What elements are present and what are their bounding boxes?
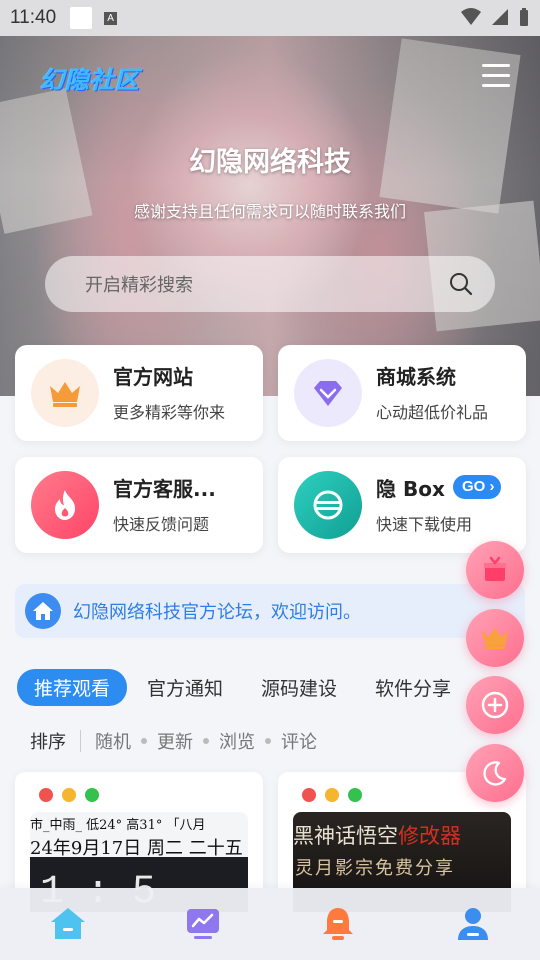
card-desc: 快速反馈问题: [113, 515, 210, 534]
sort-label: 排序: [30, 732, 66, 753]
go-badge[interactable]: GO ›: [453, 475, 501, 499]
hero-subtitle: 感谢支持且任何需求可以随时联系我们: [133, 202, 406, 221]
nav-home[interactable]: [38, 894, 98, 954]
wifi-icon: [461, 8, 481, 25]
moon-icon: [483, 761, 507, 786]
nav-profile[interactable]: [443, 894, 503, 954]
battery-icon: [520, 8, 528, 26]
hero-banner: 幻隐社区 幻隐网络科技 感谢支持且任何需求可以随时联系我们 开启精彩搜索: [0, 36, 540, 396]
dark-mode-button[interactable]: [466, 744, 524, 802]
gift-button[interactable]: [466, 541, 524, 599]
sort-bar: 排序 随机 更新 浏览 评论: [30, 728, 317, 754]
card-title: 隐 Box: [376, 477, 445, 501]
gift-icon: [484, 556, 506, 581]
sort-comments[interactable]: 评论: [281, 728, 317, 754]
status-bar: 11:40 A: [0, 0, 540, 36]
tab-source-code[interactable]: 源码建设: [261, 674, 337, 701]
diamond-icon: [294, 359, 362, 427]
tab-software-share[interactable]: 软件分享: [375, 674, 451, 701]
home-icon: [50, 908, 85, 939]
category-tabs: 推荐观看 官方通知 源码建设 软件分享 女: [17, 667, 540, 707]
signal-icon: [492, 9, 508, 25]
notice-banner[interactable]: 幻隐网络科技官方论坛，欢迎访问。: [15, 584, 525, 638]
tab-recommended[interactable]: 推荐观看: [17, 668, 128, 706]
card-customer-service[interactable]: 官方客服... 快速反馈问题: [15, 457, 263, 553]
card-title: 官方客服...: [113, 477, 216, 501]
home-icon: [25, 593, 61, 629]
sort-random[interactable]: 随机: [95, 728, 131, 754]
search-bar[interactable]: 开启精彩搜索: [45, 256, 495, 312]
window-dots: [39, 788, 99, 802]
nav-notifications[interactable]: [308, 894, 368, 954]
card-box[interactable]: 隐 Box GO › 快速下载使用: [278, 457, 526, 553]
card-title: 商城系统: [376, 365, 456, 389]
plus-icon: [481, 691, 509, 719]
bottom-nav: [0, 888, 540, 960]
crown-icon: [482, 628, 508, 649]
card-mall-system[interactable]: 商城系统 心动超低价礼品: [278, 345, 526, 441]
vip-button[interactable]: [466, 609, 524, 667]
tab-official-notice[interactable]: 官方通知: [147, 674, 223, 701]
flame-icon: [31, 471, 99, 539]
chart-icon: [186, 909, 219, 939]
bell-icon: [322, 908, 353, 940]
search-input[interactable]: 开启精彩搜索: [85, 271, 449, 297]
a-notification-icon: A: [104, 11, 118, 25]
crown-icon: [31, 359, 99, 427]
status-time: 11:40: [10, 7, 57, 28]
sort-updated[interactable]: 更新: [157, 728, 193, 754]
app-logo: 幻隐社区: [40, 66, 140, 94]
hero-title: 幻隐网络科技: [189, 147, 351, 178]
card-official-site[interactable]: 官方网站 更多精彩等你来: [15, 345, 263, 441]
nav-trend[interactable]: [173, 894, 233, 954]
notice-text: 幻隐网络科技官方论坛，欢迎访问。: [73, 602, 361, 623]
notification-square-icon: [70, 7, 93, 29]
add-button[interactable]: [466, 676, 524, 734]
window-dots: [302, 788, 362, 802]
card-desc: 快速下载使用: [376, 515, 473, 534]
box-icon: [294, 471, 362, 539]
card-title: 官方网站: [113, 365, 193, 389]
user-icon: [457, 908, 488, 940]
card-desc: 心动超低价礼品: [376, 403, 489, 422]
menu-icon[interactable]: [482, 64, 510, 94]
card-desc: 更多精彩等你来: [113, 403, 226, 422]
sort-views[interactable]: 浏览: [219, 728, 255, 754]
search-icon[interactable]: [449, 272, 473, 296]
